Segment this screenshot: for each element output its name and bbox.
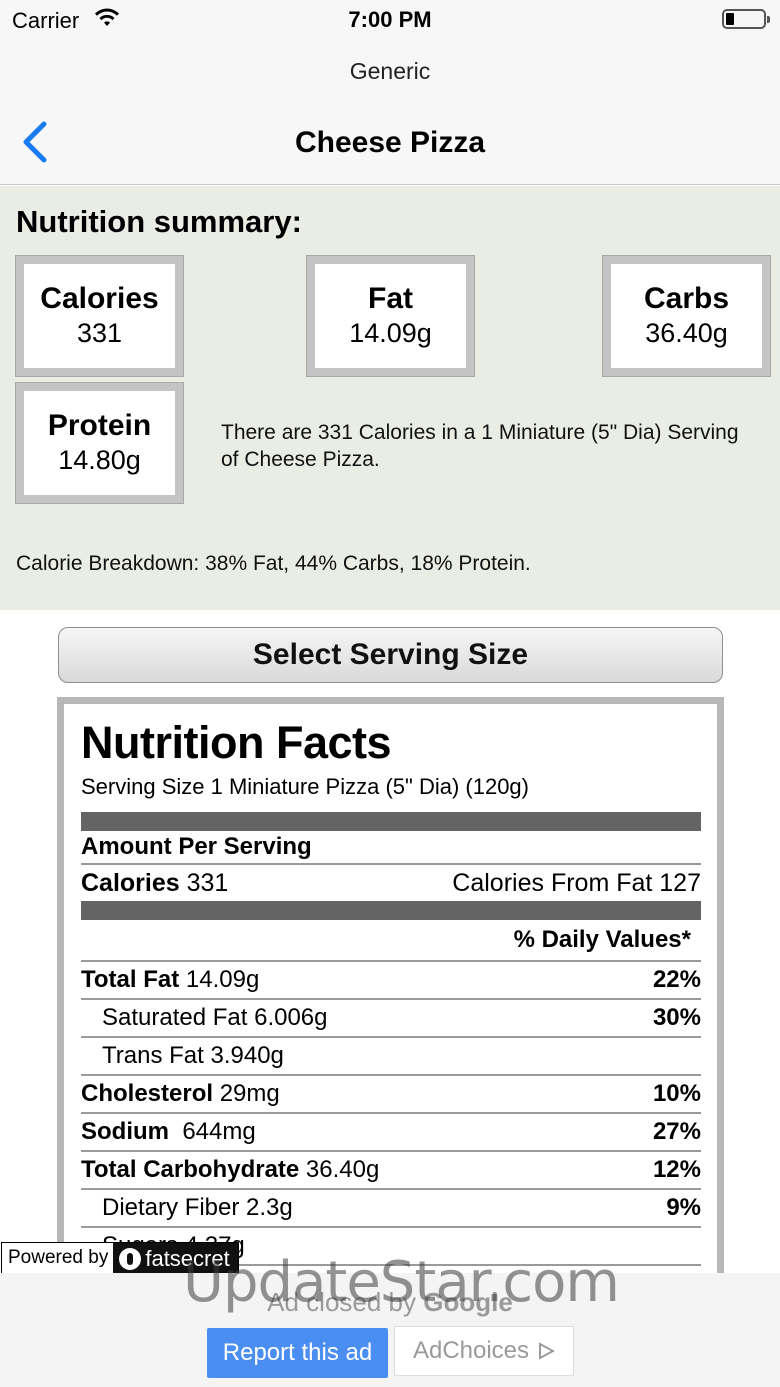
fatsecret-logo: fatsecret (113, 1243, 238, 1273)
calories-box-label: Calories (40, 282, 159, 315)
nutrient-daily-value: 22% (652, 966, 701, 993)
calories-box-value: 331 (76, 318, 123, 348)
nutrient-name: Total Fat (81, 966, 180, 993)
nutrient-daily-value: 10% (652, 1080, 701, 1107)
calorie-description: There are 331 Calories in a 1 Miniature … (221, 421, 739, 471)
nutrient-name: Trans Fat (102, 1042, 204, 1069)
nutrient-row-cholesterol: Cholesterol 29mg 10% (81, 1076, 701, 1114)
status-bar: Carrier 7:00 PM (0, 0, 780, 40)
nutrient-row-sodium: Sodium 644mg 27% (81, 1114, 701, 1152)
nutrient-amount: 29mg (213, 1080, 280, 1107)
select-serving-size-button[interactable]: Select Serving Size (58, 627, 723, 683)
protein-box-label: Protein (47, 409, 152, 442)
ad-banner: Ad closed by Google Report this ad AdCho… (0, 1273, 780, 1387)
nutrient-name: Total Carbohydrate (81, 1156, 300, 1183)
report-ad-button[interactable]: Report this ad (207, 1328, 388, 1378)
adchoices-label: AdChoices (412, 1337, 530, 1364)
protein-box: Protein 14.80g (15, 382, 184, 504)
daily-values-header: % Daily Values* (81, 920, 701, 962)
nutrient-amount: 6.006g (247, 1004, 328, 1031)
nutrient-row-total-carbohydrate: Total Carbohydrate 36.40g 12% (81, 1152, 701, 1190)
ad-closed-brand: Google (423, 1287, 513, 1317)
fatsecret-logo-icon (119, 1248, 142, 1270)
adchoices-icon (539, 1342, 556, 1360)
nutrient-amount: 36.40g (299, 1156, 380, 1183)
calories-label: Calories (81, 868, 180, 897)
calories-value: 331 (179, 868, 229, 897)
protein-box-value: 14.80g (58, 445, 141, 475)
label-divider-bar (81, 901, 701, 920)
nutrient-name: Saturated Fat (102, 1004, 248, 1031)
nutrition-facts-label: Nutrition Facts Serving Size 1 Miniature… (57, 697, 724, 1297)
carbs-box: Carbs 36.40g (602, 255, 771, 377)
nutrient-row-trans-fat: Trans Fat 3.940g (81, 1038, 701, 1076)
navigation-bar: Generic Cheese Pizza (0, 40, 780, 185)
nutrient-daily-value: 27% (652, 1118, 701, 1145)
battery-icon (722, 9, 770, 29)
fat-box-label: Fat (368, 282, 413, 315)
calorie-breakdown: Calorie Breakdown: 38% Fat, 44% Carbs, 1… (16, 552, 531, 575)
carbs-box-label: Carbs (643, 282, 730, 315)
powered-by-fatsecret-badge[interactable]: Powered by fatsecret (1, 1242, 239, 1274)
fat-box-value: 14.09g (349, 318, 432, 348)
calories-box: Calories 331 (15, 255, 184, 377)
carbs-box-value: 36.40g (645, 318, 728, 348)
calories-row: Calories 331 Calories From Fat 127 (81, 865, 701, 901)
nutrient-name: Sodium (81, 1118, 169, 1145)
nutrient-daily-value: 9% (666, 1194, 701, 1221)
nutrient-amount: 2.3g (239, 1194, 293, 1221)
fatsecret-brand-text: fatsecret (145, 1246, 230, 1271)
nutrition-summary-panel: Nutrition summary: Calories 331 Fat 14.0… (0, 186, 780, 610)
nutrition-facts-title: Nutrition Facts (81, 717, 392, 768)
calories-from-fat: Calories From Fat 127 (452, 868, 701, 897)
powered-by-text: Powered by (8, 1247, 109, 1268)
nutrient-amount: 644mg (169, 1118, 256, 1145)
nutrient-row-dietary-fiber: Dietary Fiber 2.3g 9% (81, 1190, 701, 1228)
nutrient-amount: 14.09g (179, 966, 260, 993)
nav-prompt: Generic (349, 58, 431, 84)
nutrient-daily-value: 12% (652, 1156, 701, 1183)
nutrient-amount: 3.940g (203, 1042, 284, 1069)
label-divider-bar (81, 812, 701, 831)
nutrient-row-saturated-fat: Saturated Fat 6.006g 30% (81, 1000, 701, 1038)
page-title: Cheese Pizza (294, 126, 486, 159)
nutrient-name: Dietary Fiber (102, 1194, 240, 1221)
fat-box: Fat 14.09g (306, 255, 475, 377)
ad-closed-message: Ad closed by Google (0, 1287, 780, 1318)
summary-heading: Nutrition summary: (16, 204, 302, 239)
adchoices-button[interactable]: AdChoices (394, 1326, 574, 1376)
serving-size-text: Serving Size 1 Miniature Pizza (5" Dia) … (81, 774, 529, 799)
ad-closed-text: Ad closed by (267, 1287, 417, 1317)
nutrient-name: Cholesterol (81, 1080, 214, 1107)
clock: 7:00 PM (348, 7, 432, 32)
amount-per-serving: Amount Per Serving (81, 831, 701, 865)
nutrient-row-total-fat: Total Fat 14.09g 22% (81, 962, 701, 1000)
nutrient-daily-value: 30% (652, 1004, 701, 1031)
